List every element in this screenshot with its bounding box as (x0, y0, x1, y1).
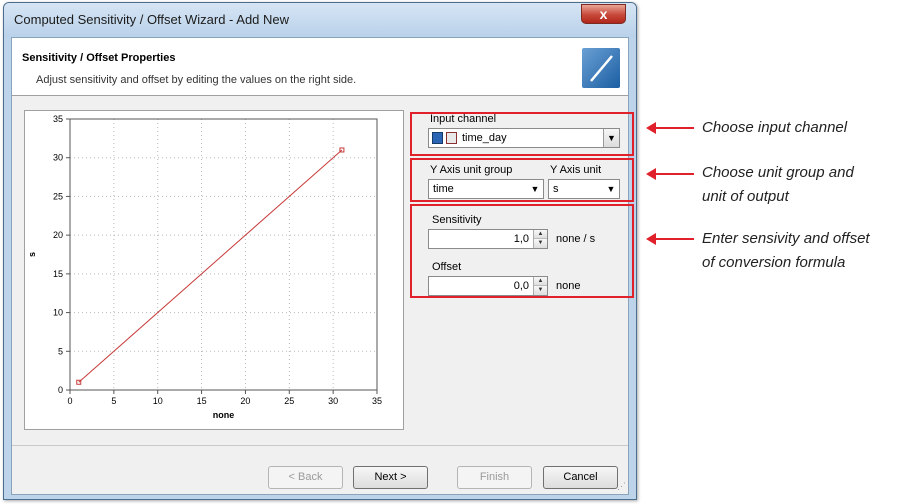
back-button[interactable]: < Back (268, 466, 343, 489)
unit-highlight (410, 158, 634, 202)
input-channel-highlight (410, 112, 634, 156)
chart-panel: 0 5 10 15 20 25 30 35 0 5 10 15 20 25 30 35 none s (24, 110, 404, 430)
x-tick-label: 30 (328, 396, 338, 406)
y-tick-label: 15 (53, 269, 63, 279)
close-icon: x (599, 6, 608, 22)
y-tick-label: 5 (58, 346, 63, 356)
annotation-arrow-2 (652, 173, 694, 175)
wizard-logo-icon (582, 48, 620, 88)
x-tick-label: 20 (240, 396, 250, 406)
annotation-sens-line1: Enter sensivity and offset (702, 230, 870, 247)
y-axis-label: s (27, 252, 37, 257)
annotation-sens-line2: of conversion formula (702, 254, 846, 271)
cancel-button[interactable]: Cancel (543, 466, 618, 489)
header-subtitle: Adjust sensitivity and offset by editing… (36, 74, 357, 86)
x-axis-label: none (213, 410, 235, 420)
series-line (78, 149, 343, 383)
annotation-unit-line2: unit of output (702, 188, 789, 205)
x-tick-label: 35 (372, 396, 382, 406)
window-title: Computed Sensitivity / Offset Wizard - A… (14, 12, 290, 27)
sensitivity-offset-highlight (410, 204, 634, 298)
x-tick-label: 10 (153, 396, 163, 406)
conversion-chart: 0 5 10 15 20 25 30 35 0 5 10 15 20 25 30 35 none s (27, 114, 382, 420)
y-tick-label: 20 (53, 230, 63, 240)
annotation-input-channel: Choose input channel (702, 119, 848, 136)
y-tick-label: 10 (53, 308, 63, 318)
y-tick-label: 30 (53, 153, 63, 163)
x-tick-label: 5 (111, 396, 116, 406)
y-tick-label: 25 (53, 191, 63, 201)
x-tick-label: 25 (284, 396, 294, 406)
arrow-left-icon (646, 233, 656, 245)
next-button[interactable]: Next > (353, 466, 428, 489)
arrow-left-icon (646, 122, 656, 134)
x-tick-label: 15 (197, 396, 207, 406)
title-bar[interactable]: Computed Sensitivity / Offset Wizard - A… (4, 3, 636, 37)
wizard-header: Sensitivity / Offset Properties Adjust s… (12, 38, 628, 96)
footer-divider (12, 445, 628, 446)
close-button[interactable]: x (581, 4, 626, 24)
annotation-arrow-3 (652, 238, 694, 240)
annotation-arrow-1 (652, 127, 694, 129)
header-title: Sensitivity / Offset Properties (22, 52, 176, 64)
y-tick-label: 35 (53, 114, 63, 124)
arrow-left-icon (646, 168, 656, 180)
x-tick-label: 0 (67, 396, 72, 406)
resize-grip-icon[interactable]: ⋰ (617, 481, 626, 492)
finish-button[interactable]: Finish (457, 466, 532, 489)
y-tick-label: 0 (58, 385, 63, 395)
annotation-unit-line1: Choose unit group and (702, 164, 854, 181)
